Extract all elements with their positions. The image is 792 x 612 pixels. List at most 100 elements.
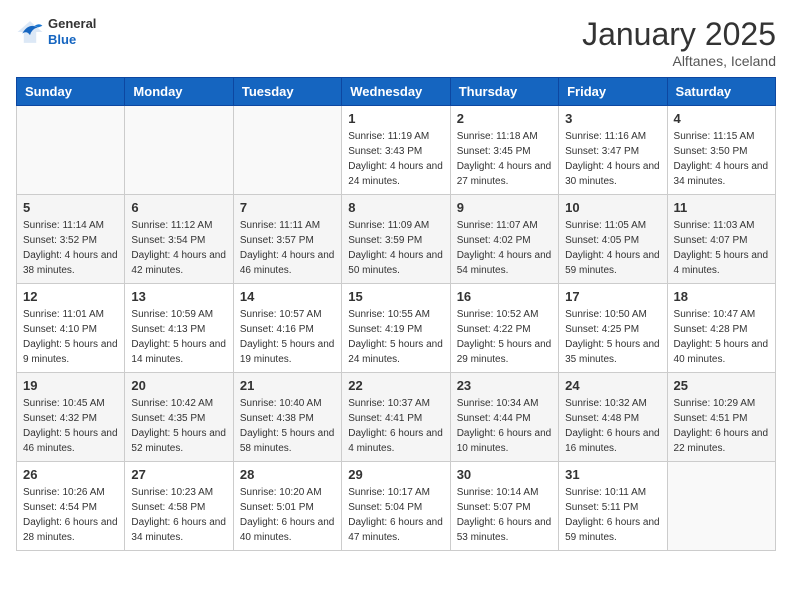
calendar-cell bbox=[233, 106, 341, 195]
calendar-cell: 14 Sunrise: 10:57 AM Sunset: 4:16 PM Dayl… bbox=[233, 284, 341, 373]
calendar-cell: 13 Sunrise: 10:59 AM Sunset: 4:13 PM Dayl… bbox=[125, 284, 233, 373]
calendar-cell: 29 Sunrise: 10:17 AM Sunset: 5:04 PM Dayl… bbox=[342, 462, 450, 551]
day-info: Sunrise: 10:37 AM Sunset: 4:41 PM Daylig… bbox=[348, 396, 443, 456]
day-number: 5 bbox=[23, 200, 118, 215]
day-info: Sunrise: 10:55 AM Sunset: 4:19 PM Daylig… bbox=[348, 307, 443, 367]
calendar-cell: 2 Sunrise: 11:18 AM Sunset: 3:45 PM Dayli… bbox=[450, 106, 558, 195]
day-number: 15 bbox=[348, 289, 443, 304]
day-number: 26 bbox=[23, 467, 118, 482]
day-info: Sunrise: 10:17 AM Sunset: 5:04 PM Daylig… bbox=[348, 485, 443, 545]
day-number: 27 bbox=[131, 467, 226, 482]
week-row-1: 1 Sunrise: 11:19 AM Sunset: 3:43 PM Dayli… bbox=[17, 106, 776, 195]
day-number: 28 bbox=[240, 467, 335, 482]
day-header-wednesday: Wednesday bbox=[342, 78, 450, 106]
day-header-monday: Monday bbox=[125, 78, 233, 106]
calendar-cell: 21Sunrise: 10:40 AM Sunset: 4:38 PM Dayl… bbox=[233, 373, 341, 462]
calendar-cell: 9 Sunrise: 11:07 AM Sunset: 4:02 PM Dayli… bbox=[450, 195, 558, 284]
location: Alftanes, Iceland bbox=[582, 53, 776, 69]
day-info: Sunrise: 10:32 AM Sunset: 4:48 PM Daylig… bbox=[565, 396, 660, 456]
day-info: Sunrise: 11:09 AM Sunset: 3:59 PM Daylig… bbox=[348, 218, 443, 278]
calendar-cell: 28 Sunrise: 10:20 AM Sunset: 5:01 PM Dayl… bbox=[233, 462, 341, 551]
calendar-cell: 5 Sunrise: 11:14 AM Sunset: 3:52 PM Dayli… bbox=[17, 195, 125, 284]
day-header-tuesday: Tuesday bbox=[233, 78, 341, 106]
calendar-cell: 18 Sunrise: 10:47 AM Sunset: 4:28 PM Dayl… bbox=[667, 284, 775, 373]
day-info: Sunrise: 11:03 AM Sunset: 4:07 PM Daylig… bbox=[674, 218, 769, 278]
day-number: 12 bbox=[23, 289, 118, 304]
calendar-cell: 31 Sunrise: 10:11 AM Sunset: 5:11 PM Dayl… bbox=[559, 462, 667, 551]
day-number: 9 bbox=[457, 200, 552, 215]
day-info: Sunrise: 11:15 AM Sunset: 3:50 PM Daylig… bbox=[674, 129, 769, 189]
calendar-cell bbox=[125, 106, 233, 195]
calendar-cell: 7Sunrise: 11:11 AM Sunset: 3:57 PM Dayli… bbox=[233, 195, 341, 284]
logo-icon bbox=[16, 18, 44, 46]
day-number: 17 bbox=[565, 289, 660, 304]
day-number: 8 bbox=[348, 200, 443, 215]
calendar-cell: 16Sunrise: 10:52 AM Sunset: 4:22 PM Dayl… bbox=[450, 284, 558, 373]
day-info: Sunrise: 10:34 AM Sunset: 4:44 PM Daylig… bbox=[457, 396, 552, 456]
calendar-cell: 15 Sunrise: 10:55 AM Sunset: 4:19 PM Dayl… bbox=[342, 284, 450, 373]
calendar-cell: 23 Sunrise: 10:34 AM Sunset: 4:44 PM Dayl… bbox=[450, 373, 558, 462]
week-row-4: 19Sunrise: 10:45 AM Sunset: 4:32 PM Dayl… bbox=[17, 373, 776, 462]
day-info: Sunrise: 10:26 AM Sunset: 4:54 PM Daylig… bbox=[23, 485, 118, 545]
day-number: 29 bbox=[348, 467, 443, 482]
calendar-cell: 20 Sunrise: 10:42 AM Sunset: 4:35 PM Dayl… bbox=[125, 373, 233, 462]
day-header-saturday: Saturday bbox=[667, 78, 775, 106]
calendar-cell: 3 Sunrise: 11:16 AM Sunset: 3:47 PM Dayli… bbox=[559, 106, 667, 195]
calendar-cell: 8 Sunrise: 11:09 AM Sunset: 3:59 PM Dayli… bbox=[342, 195, 450, 284]
day-number: 16 bbox=[457, 289, 552, 304]
day-number: 11 bbox=[674, 200, 769, 215]
day-number: 18 bbox=[674, 289, 769, 304]
day-info: Sunrise: 11:05 AM Sunset: 4:05 PM Daylig… bbox=[565, 218, 660, 278]
day-number: 22 bbox=[348, 378, 443, 393]
day-info: Sunrise: 10:50 AM Sunset: 4:25 PM Daylig… bbox=[565, 307, 660, 367]
day-info: Sunrise: 11:01 AM Sunset: 4:10 PM Daylig… bbox=[23, 307, 118, 367]
day-number: 13 bbox=[131, 289, 226, 304]
day-header-thursday: Thursday bbox=[450, 78, 558, 106]
day-number: 23 bbox=[457, 378, 552, 393]
calendar-cell: 1 Sunrise: 11:19 AM Sunset: 3:43 PM Dayli… bbox=[342, 106, 450, 195]
day-info: Sunrise: 11:19 AM Sunset: 3:43 PM Daylig… bbox=[348, 129, 443, 189]
calendar-cell: 25 Sunrise: 10:29 AM Sunset: 4:51 PM Dayl… bbox=[667, 373, 775, 462]
calendar-cell bbox=[17, 106, 125, 195]
calendar-cell: 27 Sunrise: 10:23 AM Sunset: 4:58 PM Dayl… bbox=[125, 462, 233, 551]
logo: General Blue bbox=[16, 16, 96, 47]
calendar-cell: 10Sunrise: 11:05 AM Sunset: 4:05 PM Dayl… bbox=[559, 195, 667, 284]
days-header-row: SundayMondayTuesdayWednesdayThursdayFrid… bbox=[17, 78, 776, 106]
day-number: 30 bbox=[457, 467, 552, 482]
calendar-table: SundayMondayTuesdayWednesdayThursdayFrid… bbox=[16, 77, 776, 551]
page-header: General Blue January 2025 Alftanes, Icel… bbox=[16, 16, 776, 69]
day-info: Sunrise: 10:57 AM Sunset: 4:16 PM Daylig… bbox=[240, 307, 335, 367]
day-number: 1 bbox=[348, 111, 443, 126]
week-row-2: 5 Sunrise: 11:14 AM Sunset: 3:52 PM Dayli… bbox=[17, 195, 776, 284]
day-info: Sunrise: 10:11 AM Sunset: 5:11 PM Daylig… bbox=[565, 485, 660, 545]
calendar-cell: 26 Sunrise: 10:26 AM Sunset: 4:54 PM Dayl… bbox=[17, 462, 125, 551]
day-info: Sunrise: 11:18 AM Sunset: 3:45 PM Daylig… bbox=[457, 129, 552, 189]
day-number: 20 bbox=[131, 378, 226, 393]
calendar-cell: 17 Sunrise: 10:50 AM Sunset: 4:25 PM Dayl… bbox=[559, 284, 667, 373]
day-info: Sunrise: 10:20 AM Sunset: 5:01 PM Daylig… bbox=[240, 485, 335, 545]
day-number: 4 bbox=[674, 111, 769, 126]
calendar-cell: 6 Sunrise: 11:12 AM Sunset: 3:54 PM Dayli… bbox=[125, 195, 233, 284]
day-number: 25 bbox=[674, 378, 769, 393]
day-info: Sunrise: 10:42 AM Sunset: 4:35 PM Daylig… bbox=[131, 396, 226, 456]
day-number: 24 bbox=[565, 378, 660, 393]
day-number: 31 bbox=[565, 467, 660, 482]
day-info: Sunrise: 10:23 AM Sunset: 4:58 PM Daylig… bbox=[131, 485, 226, 545]
day-info: Sunrise: 11:07 AM Sunset: 4:02 PM Daylig… bbox=[457, 218, 552, 278]
day-number: 14 bbox=[240, 289, 335, 304]
day-info: Sunrise: 10:45 AM Sunset: 4:32 PM Daylig… bbox=[23, 396, 118, 456]
day-number: 2 bbox=[457, 111, 552, 126]
calendar-cell: 4 Sunrise: 11:15 AM Sunset: 3:50 PM Dayli… bbox=[667, 106, 775, 195]
day-number: 21 bbox=[240, 378, 335, 393]
calendar-cell: 30Sunrise: 10:14 AM Sunset: 5:07 PM Dayl… bbox=[450, 462, 558, 551]
day-info: Sunrise: 10:59 AM Sunset: 4:13 PM Daylig… bbox=[131, 307, 226, 367]
day-info: Sunrise: 10:47 AM Sunset: 4:28 PM Daylig… bbox=[674, 307, 769, 367]
day-number: 6 bbox=[131, 200, 226, 215]
day-info: Sunrise: 11:14 AM Sunset: 3:52 PM Daylig… bbox=[23, 218, 118, 278]
day-info: Sunrise: 11:16 AM Sunset: 3:47 PM Daylig… bbox=[565, 129, 660, 189]
month-title: January 2025 bbox=[582, 16, 776, 53]
day-info: Sunrise: 11:12 AM Sunset: 3:54 PM Daylig… bbox=[131, 218, 226, 278]
week-row-5: 26 Sunrise: 10:26 AM Sunset: 4:54 PM Dayl… bbox=[17, 462, 776, 551]
day-number: 3 bbox=[565, 111, 660, 126]
day-info: Sunrise: 10:29 AM Sunset: 4:51 PM Daylig… bbox=[674, 396, 769, 456]
